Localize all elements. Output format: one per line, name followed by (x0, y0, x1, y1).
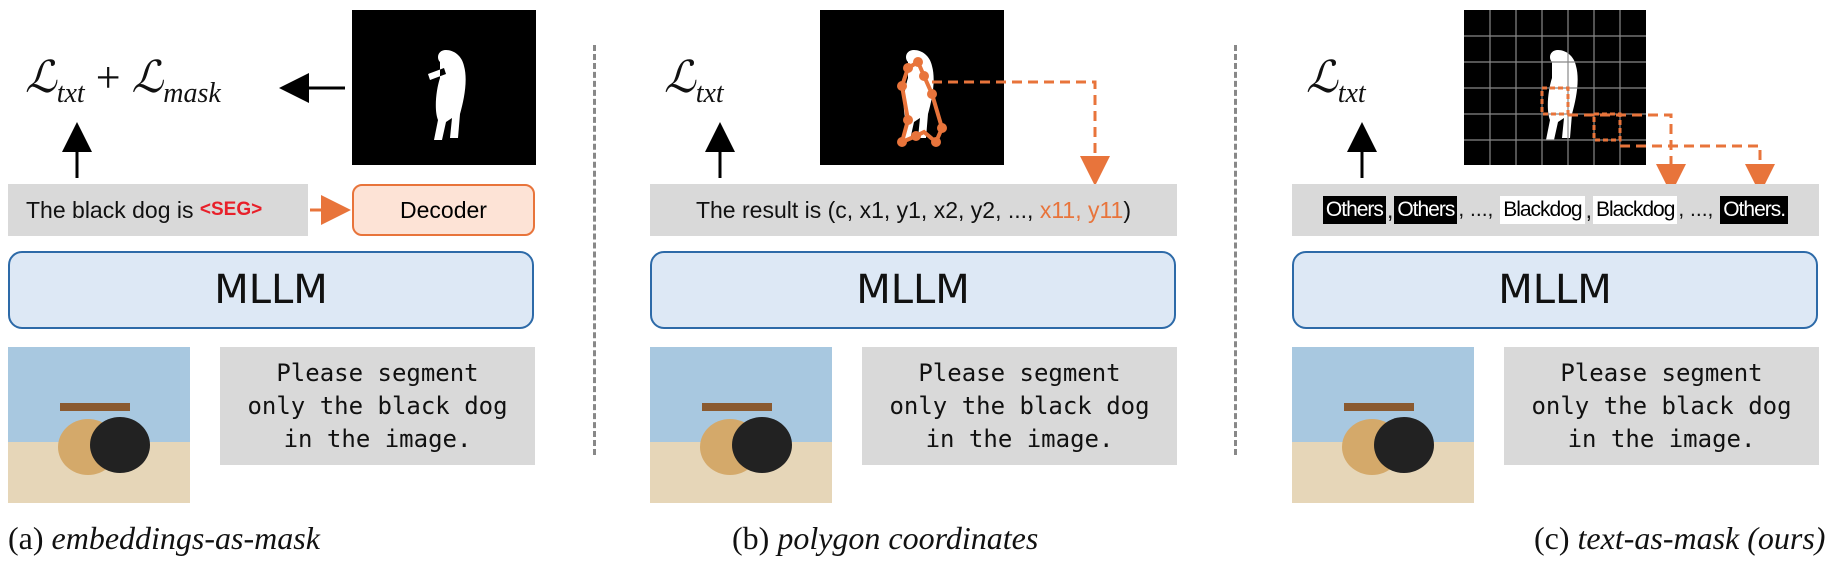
input-photo (650, 347, 832, 503)
token-ellipsis: , ..., (1678, 198, 1720, 221)
highlighted-coords: x11, y11 (1039, 196, 1124, 223)
token-others: Others (1394, 196, 1458, 224)
prompt-box: Please segment only the black dog in the… (862, 347, 1177, 465)
token-blackdog: Blackdog (1592, 196, 1678, 224)
caption-a: (a) embeddings-as-mask (8, 520, 320, 556)
output-text: The black dog is (26, 196, 200, 223)
mllm-box: MLLM (8, 251, 534, 329)
output-text-end: ) (1123, 196, 1132, 223)
token-others: Others (1322, 196, 1386, 224)
caption-c: (c) text-as-mask (ours) (1534, 520, 1826, 556)
seg-token: <SEG> (199, 199, 263, 220)
divider-2 (1234, 45, 1237, 455)
input-photo (1292, 347, 1474, 503)
token-blackdog: Blackdog (1500, 196, 1585, 224)
token-sep: , (1386, 196, 1394, 223)
output-text: The result is (c, x1, y1, x2, y2, ..., (695, 196, 1040, 223)
decoder-box: Decoder (352, 184, 535, 236)
token-ellipsis: , ..., (1458, 198, 1500, 221)
token-others: Others. (1720, 196, 1789, 224)
panel-embeddings-as-mask: ℒtxt + ℒmask The black dog is <SEG> Deco… (0, 0, 600, 564)
prompt-box: Please segment only the black dog in the… (220, 347, 535, 465)
divider-1 (593, 45, 596, 455)
input-photo (8, 347, 190, 503)
output-token-bar: Others, Others, ..., Blackdog, Blackdog, .… (1292, 184, 1819, 236)
caption-b: (b) polygon coordinates (732, 520, 1039, 556)
output-text-bar: The result is (c, x1, y1, x2, y2, ..., x… (650, 184, 1177, 236)
mllm-box: MLLM (1292, 251, 1818, 329)
prompt-box: Please segment only the black dog in the… (1504, 347, 1819, 465)
panel-polygon-coordinates: ℒtxt The result is (c, x1, y1, x2, y2, .… (642, 0, 1242, 564)
panel-text-as-mask: ℒtxt Others, Others, ..., Blackdog, Blackd… (1284, 0, 1826, 564)
token-sep: , (1585, 196, 1592, 223)
mllm-box: MLLM (650, 251, 1176, 329)
output-text-bar: The black dog is <SEG> (8, 184, 308, 236)
